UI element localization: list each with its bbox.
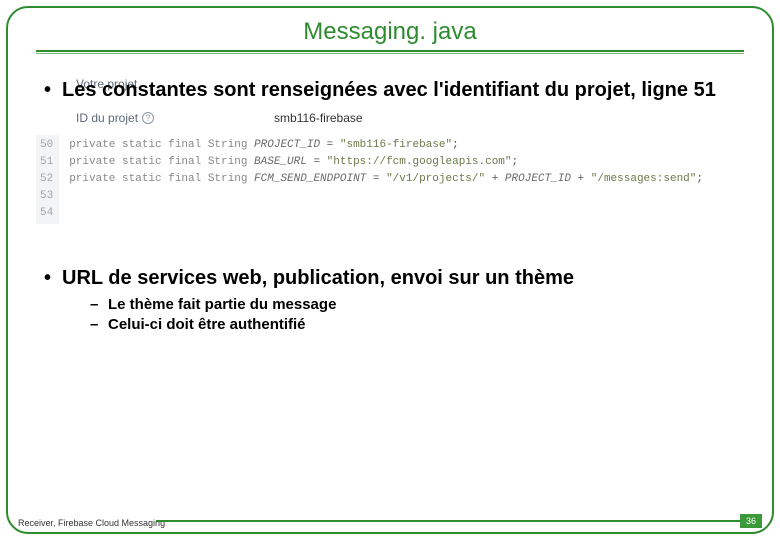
code-line: private static final String PROJECT_ID =… — [69, 137, 703, 154]
footer-bar — [156, 520, 740, 522]
code-line — [69, 188, 703, 205]
title-underline-thin — [36, 53, 744, 54]
code-line: private static final String FCM_SEND_END… — [69, 171, 703, 188]
code-lines: private static final String PROJECT_ID =… — [59, 135, 703, 224]
sub-bullet-2: Celui-ci doit être authentifié — [90, 315, 738, 335]
code-gutter: 50 51 52 53 54 — [36, 135, 59, 224]
code-line: private static final String BASE_URL = "… — [69, 154, 703, 171]
sub-bullet-list: Le thème fait partie du message Celui-ci… — [90, 295, 738, 336]
slide-title: Messaging. java — [8, 18, 772, 46]
footer-text: Receiver, Firebase Cloud Messaging — [18, 518, 165, 528]
slide-frame: Messaging. java Les constantes sont rens… — [6, 6, 774, 534]
line-number: 51 — [40, 154, 53, 171]
page-number: 36 — [740, 514, 762, 528]
line-number: 52 — [40, 171, 53, 188]
help-icon: ? — [142, 112, 154, 124]
line-number: 50 — [40, 137, 53, 154]
footer: Receiver, Firebase Cloud Messaging 36 — [8, 510, 772, 532]
sub-bullet-1: Le thème fait partie du message — [90, 295, 738, 315]
firebase-id-value: smb116-firebase — [274, 111, 363, 125]
bullet-point-2: URL de services web, publication, envoi … — [42, 266, 738, 336]
bullet-list-2: URL de services web, publication, envoi … — [42, 266, 738, 336]
title-underline — [36, 50, 744, 52]
firebase-id-label-text: ID du projet — [76, 111, 138, 125]
line-number: 53 — [40, 188, 53, 205]
content-area: Les constantes sont renseignées avec l'i… — [8, 60, 772, 336]
firebase-id-label: ID du projet ? — [76, 111, 154, 125]
line-number: 54 — [40, 205, 53, 222]
code-block: 50 51 52 53 54 private static final Stri… — [36, 135, 738, 224]
bullet-list: Les constantes sont renseignées avec l'i… — [42, 78, 738, 103]
bullet-point-1: Les constantes sont renseignées avec l'i… — [42, 78, 738, 103]
title-area: Messaging. java — [8, 8, 772, 60]
bullet-2-text: URL de services web, publication, envoi … — [62, 267, 574, 289]
